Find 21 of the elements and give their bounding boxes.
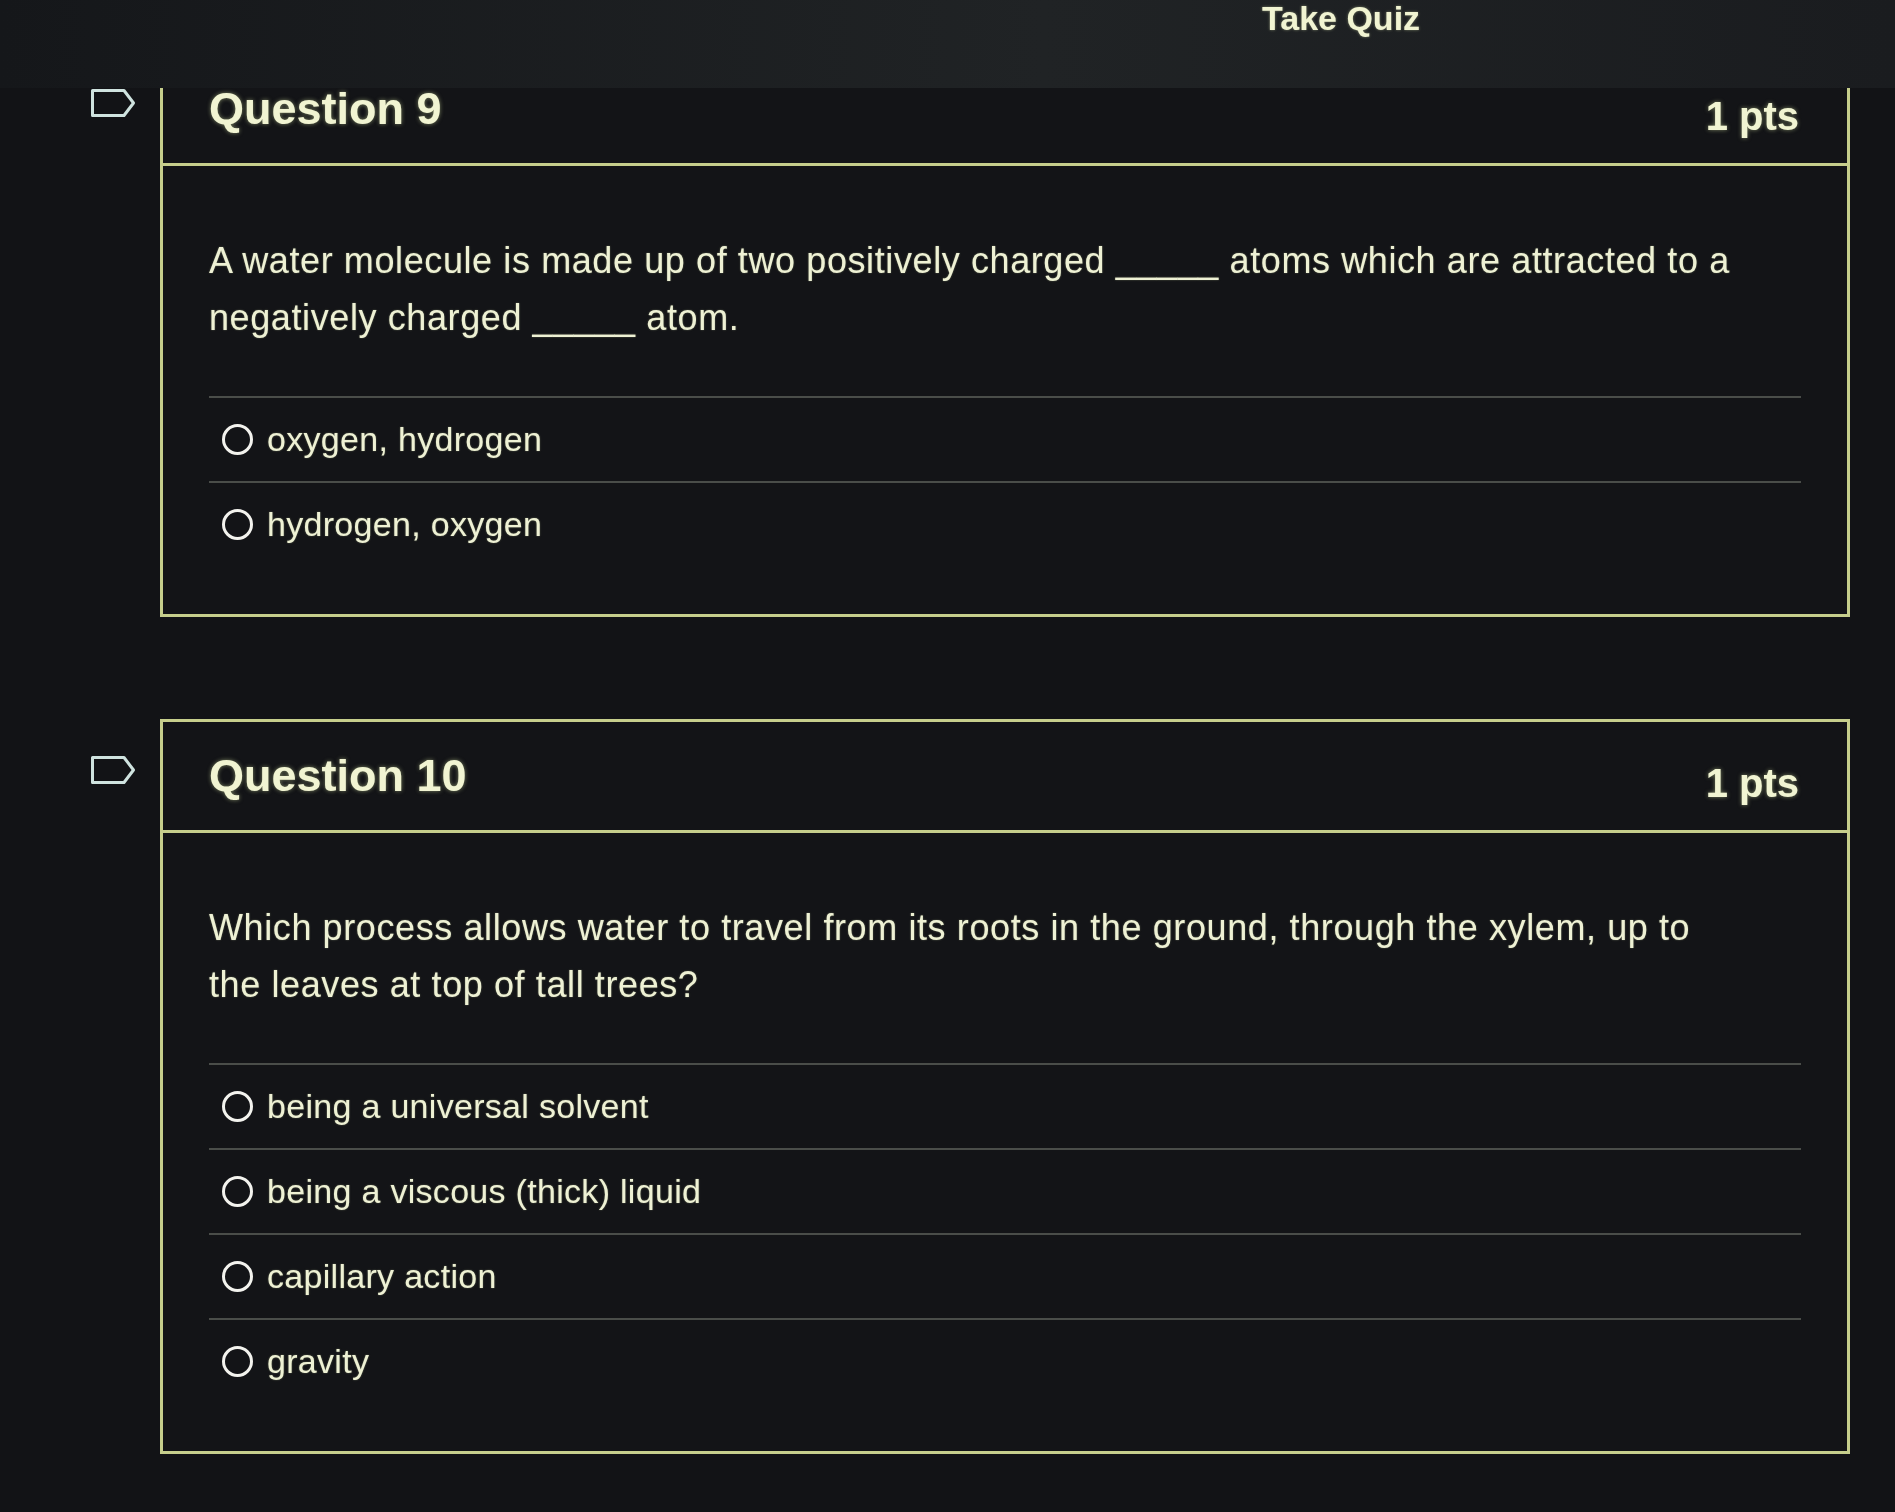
question-title: Question 9 <box>209 88 442 135</box>
flag-icon[interactable] <box>90 88 136 118</box>
flag-icon[interactable] <box>90 755 136 785</box>
page-title: Take Quiz <box>1262 0 1421 36</box>
radio-button[interactable] <box>222 1346 253 1377</box>
radio-button[interactable] <box>222 509 253 540</box>
radio-button[interactable] <box>222 424 253 455</box>
question-points: 1 pts <box>1705 760 1799 806</box>
question-title: Question 10 <box>209 750 467 802</box>
answer-label[interactable]: gravity <box>267 1342 370 1381</box>
question-points: 1 pts <box>1705 93 1799 139</box>
answer-label[interactable]: oxygen, hydrogen <box>267 420 543 459</box>
radio-button[interactable] <box>222 1091 253 1122</box>
answer-label[interactable]: being a viscous (thick) liquid <box>267 1172 702 1211</box>
radio-button[interactable] <box>222 1261 253 1292</box>
question-text: Which process allows water to travel from its roots in the ground, through the xylem, up to the leaves at top of tall trees? <box>209 906 1692 1007</box>
radio-button[interactable] <box>222 1176 253 1207</box>
answer-label[interactable]: hydrogen, oxygen <box>267 505 543 544</box>
question-text: A water molecule is made up of two positively charged _____ atoms which are attracted to a negatively charged _____ atom. <box>209 239 1731 340</box>
answer-label[interactable]: being a universal solvent <box>267 1087 649 1126</box>
answer-label[interactable]: capillary action <box>267 1257 497 1296</box>
